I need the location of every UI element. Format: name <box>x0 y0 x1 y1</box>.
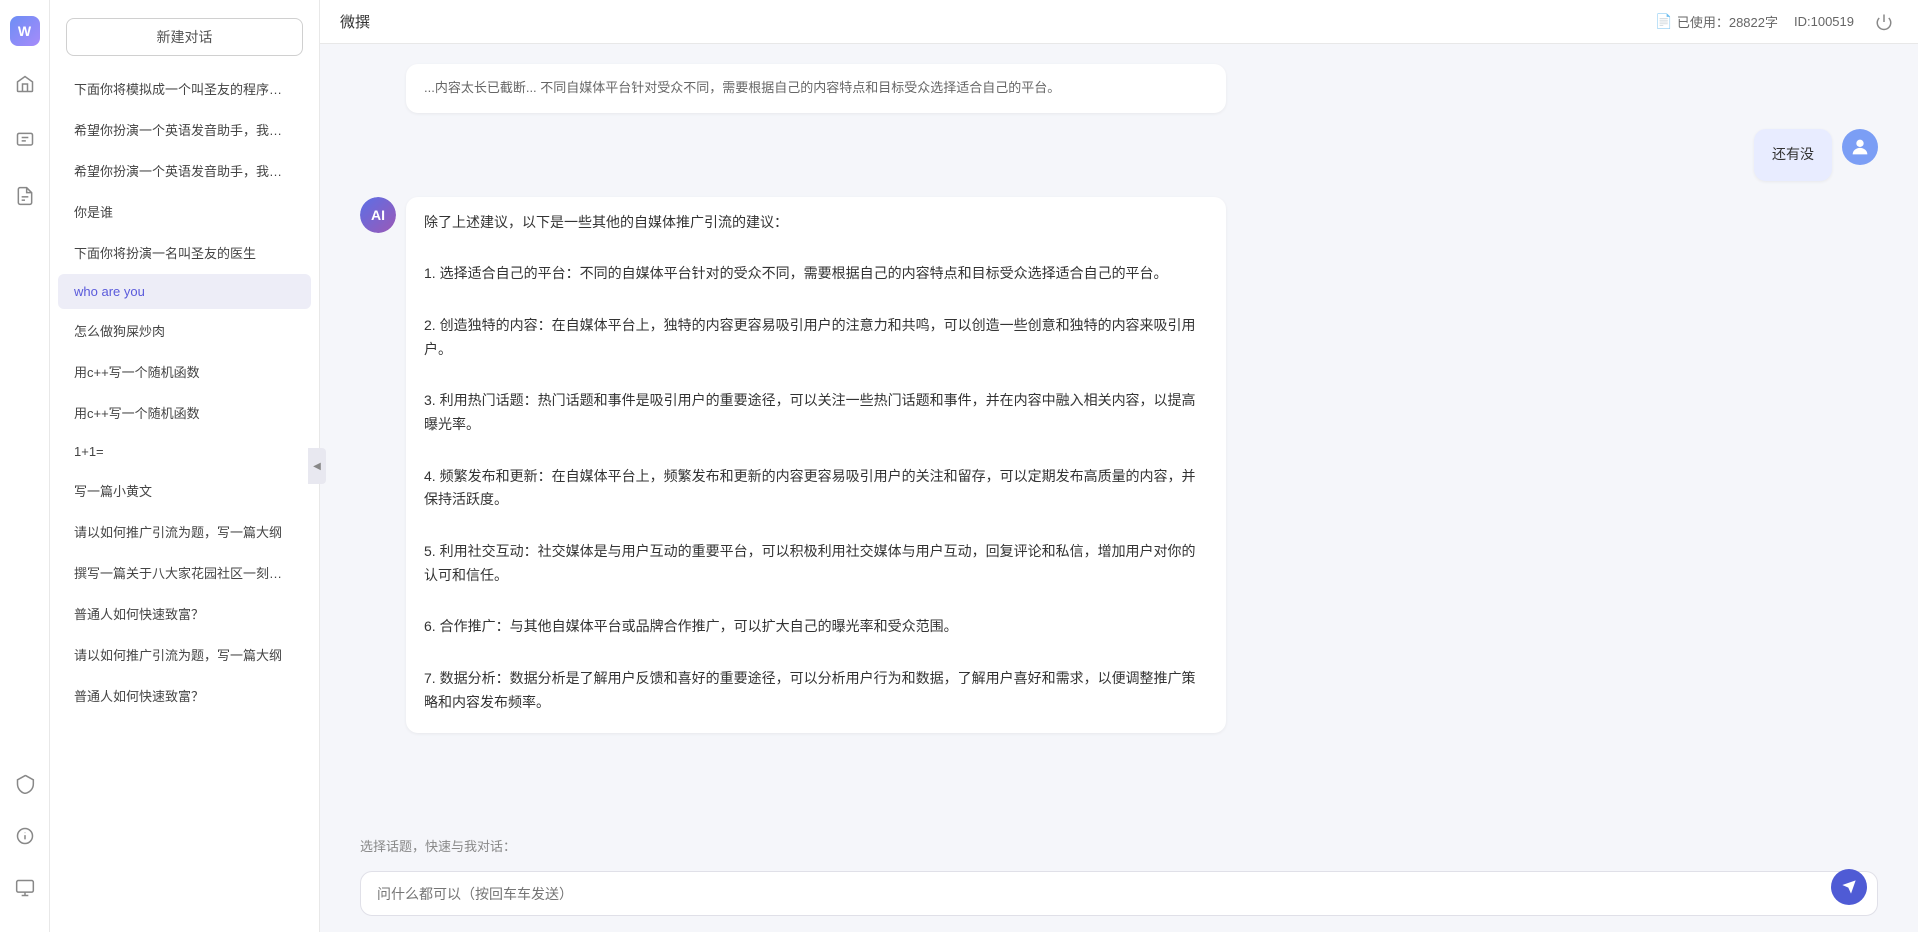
nav-icon-docs[interactable] <box>7 178 43 214</box>
sidebar-item-8[interactable]: 用c++写一个随机函数 <box>58 352 311 391</box>
chevron-left-icon: ◀ <box>313 461 321 472</box>
sidebar-item-13[interactable]: 撰写一篇关于八大家花园社区一刻钟便民生... <box>58 553 311 592</box>
sidebar-item-16[interactable]: 普通人如何快速致富？ <box>58 676 311 715</box>
user-id-text: ID:100519 <box>1794 14 1854 29</box>
usage-text: 已使用：28822字 <box>1677 12 1778 31</box>
app-title: 微撰 <box>340 11 370 32</box>
app-logo: W <box>10 16 40 46</box>
quick-topic-label: 选择话题，快速与我对话： <box>360 839 516 854</box>
quick-topic-bar: 选择话题，快速与我对话： <box>320 826 1918 861</box>
sidebar-item-11[interactable]: 写一篇小黄文 <box>58 471 311 510</box>
sidebar: 新建对话 下面你将模拟成一个叫圣友的程序员，我说... 希望你扮演一个英语发音助… <box>50 0 320 932</box>
icon-bar-top: W <box>7 16 43 746</box>
ai-text-line-10: 5. 利用社交互动：社交媒体是与用户互动的重要平台，可以积极利用社交媒体与用户互… <box>424 540 1208 588</box>
ai-avatar: AI <box>360 197 396 233</box>
message-input[interactable] <box>377 884 1827 900</box>
app-header: 微撰 📄 已使用：28822字 ID:100519 <box>320 0 1918 44</box>
user-bubble-1: 还有没 <box>1754 129 1832 181</box>
input-area <box>320 861 1918 932</box>
sidebar-item-5[interactable]: 下面你将扮演一名叫圣友的医生 <box>58 233 311 272</box>
ai-bubble-1: 除了上述建议，以下是一些其他的自媒体推广引流的建议： 1. 选择适合自己的平台：… <box>406 197 1226 733</box>
ai-message-1: AI 除了上述建议，以下是一些其他的自媒体推广引流的建议： 1. 选择适合自己的… <box>360 197 1878 733</box>
icon-bar-bottom <box>7 766 43 916</box>
sidebar-item-4[interactable]: 你是谁 <box>58 192 311 231</box>
main-area: 微撰 📄 已使用：28822字 ID:100519 ...内容太长已截断... … <box>320 0 1918 932</box>
ai-text-line-2: 1. 选择适合自己的平台：不同的自媒体平台针对的受众不同，需要根据自己的内容特点… <box>424 262 1208 286</box>
sidebar-collapse-button[interactable]: ◀ <box>308 448 326 484</box>
nav-icon-info[interactable] <box>7 818 43 854</box>
ai-text-line-14: 7. 数据分析：数据分析是了解用户反馈和喜好的重要途径，可以分析用户行为和数据，… <box>424 667 1208 715</box>
sidebar-item-10[interactable]: 1+1= <box>58 434 311 469</box>
sidebar-item-3[interactable]: 希望你扮演一个英语发音助手，我提供给你... <box>58 151 311 190</box>
user-message-1: 还有没 <box>360 129 1878 181</box>
sidebar-item-14[interactable]: 普通人如何快速致富？ <box>58 594 311 633</box>
nav-icon-shield[interactable] <box>7 766 43 802</box>
document-icon: 📄 <box>1655 13 1672 30</box>
nav-icon-bottom[interactable] <box>7 870 43 906</box>
user-message-text-1: 还有没 <box>1772 146 1814 162</box>
ai-text-line-6: 3. 利用热门话题：热门话题和事件是吸引用户的重要途径，可以关注一些热门话题和事… <box>424 389 1208 437</box>
sidebar-item-7[interactable]: 怎么做狗屎炒肉 <box>58 311 311 350</box>
truncated-ai-message: ...内容太长已截断... 不同自媒体平台针对受众不同，需要根据自己的内容特点和… <box>406 64 1226 113</box>
usage-indicator: 📄 已使用：28822字 <box>1655 12 1778 31</box>
ai-text-line-0: 除了上述建议，以下是一些其他的自媒体推广引流的建议： <box>424 211 1208 235</box>
input-wrapper <box>360 871 1878 916</box>
nav-icon-chat[interactable] <box>7 122 43 158</box>
sidebar-item-6[interactable]: who are you <box>58 274 311 309</box>
sidebar-item-15[interactable]: 请以如何推广引流为题，写一篇大纲 <box>58 635 311 674</box>
icon-bar: W <box>0 0 50 932</box>
user-avatar <box>1842 129 1878 165</box>
ai-avatar-inner: AI <box>360 197 396 233</box>
ai-text-line-8: 4. 频繁发布和更新：在自媒体平台上，频繁发布和更新的内容更容易吸引用户的关注和… <box>424 465 1208 513</box>
chat-area: ...内容太长已截断... 不同自媒体平台针对受众不同，需要根据自己的内容特点和… <box>320 44 1918 826</box>
new-conversation-button[interactable]: 新建对话 <box>66 18 303 56</box>
sidebar-item-12[interactable]: 请以如何推广引流为题，写一篇大纲 <box>58 512 311 551</box>
nav-icon-home[interactable] <box>7 66 43 102</box>
sidebar-item-2[interactable]: 希望你扮演一个英语发音助手，我提供给你... <box>58 110 311 149</box>
power-button[interactable] <box>1870 8 1898 36</box>
sidebar-item-9[interactable]: 用c++写一个随机函数 <box>58 393 311 432</box>
send-button[interactable] <box>1831 869 1867 905</box>
ai-text-line-4: 2. 创造独特的内容：在自媒体平台上，独特的内容更容易吸引用户的注意力和共鸣，可… <box>424 314 1208 362</box>
header-right: 📄 已使用：28822字 ID:100519 <box>1655 8 1898 36</box>
sidebar-item-1[interactable]: 下面你将模拟成一个叫圣友的程序员，我说... <box>58 69 311 108</box>
ai-text-line-12: 6. 合作推广：与其他自媒体平台或品牌合作推广，可以扩大自己的曝光率和受众范围。 <box>424 615 1208 639</box>
